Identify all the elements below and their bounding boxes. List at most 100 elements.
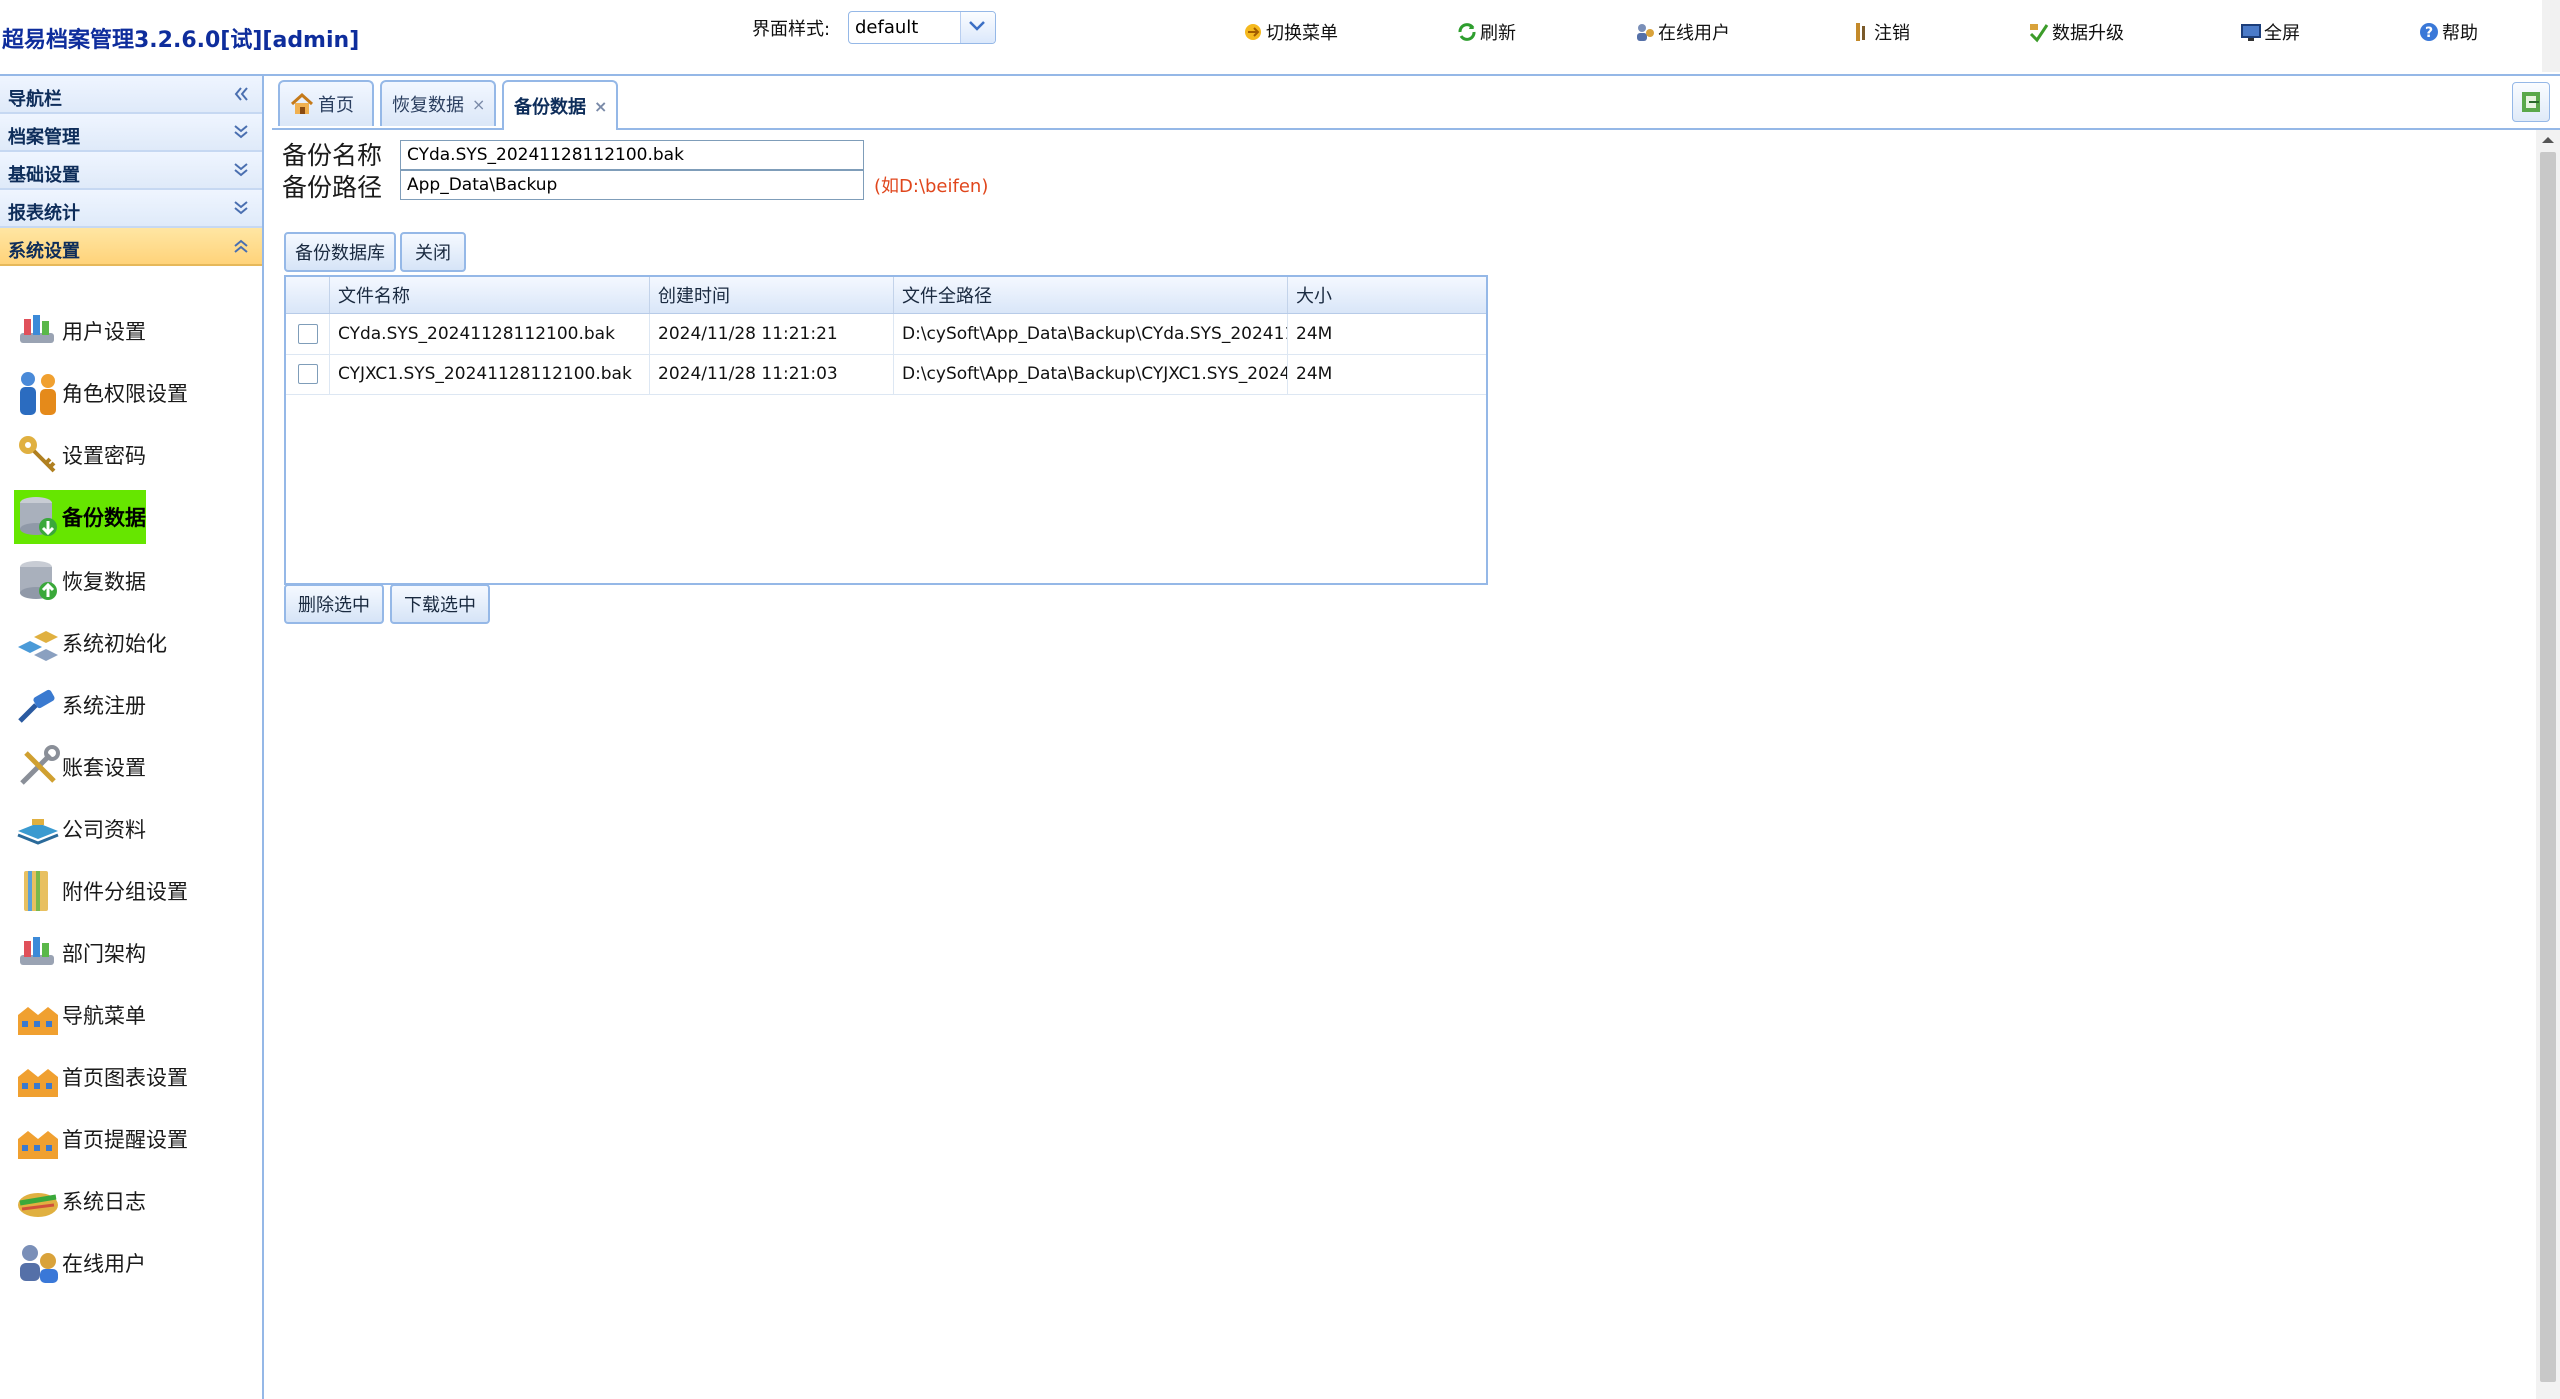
sidebar-item-chart-settings[interactable]: 首页图表设置 bbox=[14, 1050, 188, 1104]
sidebar-item-role-permission[interactable]: 角色权限设置 bbox=[14, 366, 188, 420]
double-chevron-down-icon bbox=[232, 123, 250, 145]
online-users-icon bbox=[1634, 21, 1656, 43]
sidebar-item-system-register[interactable]: 系统注册 bbox=[14, 678, 146, 732]
restore-database-icon bbox=[14, 557, 62, 605]
double-chevron-down-icon bbox=[232, 199, 250, 221]
backup-path-label: 备份路径 bbox=[282, 173, 383, 202]
table-row[interactable]: CYda.SYS_20241128112100.bak 2024/11/28 1… bbox=[286, 314, 1486, 355]
sidebar-section-nav[interactable]: 导航栏 bbox=[0, 76, 262, 114]
chevron-down-icon[interactable] bbox=[960, 12, 995, 43]
fullscreen-button[interactable]: 全屏 bbox=[2240, 18, 2300, 46]
scroll-up-icon[interactable] bbox=[2536, 130, 2560, 150]
sidebar-item-nav-menu[interactable]: 导航菜单 bbox=[14, 988, 146, 1042]
tab-tools-button[interactable] bbox=[2512, 82, 2550, 122]
sidebar-section-label: 档案管理 bbox=[8, 127, 80, 148]
table-row[interactable]: CYJXC1.SYS_20241128112100.bak 2024/11/28… bbox=[286, 354, 1486, 395]
sidebar-item-set-password[interactable]: 设置密码 bbox=[14, 428, 146, 482]
sidebar-item-user-settings[interactable]: 用户设置 bbox=[14, 304, 146, 358]
top-header: 超易档案管理3.2.6.0[试][admin] 界面样式: default 切换… bbox=[0, 0, 2560, 76]
sidebar-item-system-init[interactable]: 系统初始化 bbox=[14, 616, 167, 670]
sidebar-item-backup-data[interactable]: 备份数据 bbox=[14, 490, 146, 544]
row-checkbox[interactable] bbox=[297, 364, 318, 384]
sidebar-section-basic[interactable]: 基础设置 bbox=[0, 152, 262, 190]
company-info-icon bbox=[14, 805, 62, 853]
data-upgrade-icon bbox=[2028, 21, 2050, 43]
sidebar-item-label: 首页图表设置 bbox=[62, 1066, 188, 1090]
refresh-label: 刷新 bbox=[1480, 23, 1516, 44]
fullscreen-icon bbox=[2240, 21, 2262, 43]
column-header-size[interactable]: 大小 bbox=[1288, 277, 1486, 313]
help-icon: ? bbox=[2418, 21, 2440, 43]
sidebar-item-label: 首页提醒设置 bbox=[62, 1128, 188, 1152]
sidebar-item-label: 系统注册 bbox=[62, 694, 146, 718]
header-scrollbar[interactable] bbox=[2542, 0, 2560, 72]
row-checkbox-cell bbox=[286, 314, 330, 354]
department-icon bbox=[14, 929, 62, 977]
scrollbar-thumb[interactable] bbox=[2540, 152, 2556, 1382]
sidebar-section-system[interactable]: 系统设置 bbox=[0, 228, 262, 266]
tools-icon bbox=[14, 743, 62, 791]
close-icon[interactable]: × bbox=[594, 97, 607, 116]
data-upgrade-button[interactable]: 数据升级 bbox=[2028, 18, 2124, 46]
tab-backup-data[interactable]: 备份数据 × bbox=[502, 80, 618, 130]
tab-bar: 首页 恢复数据 × 备份数据 × bbox=[272, 78, 2560, 130]
backup-path-input[interactable] bbox=[400, 170, 864, 200]
backup-path-hint: (如D:\beifen) bbox=[874, 176, 989, 197]
theme-select[interactable]: default bbox=[848, 11, 996, 44]
sidebar-item-label: 系统日志 bbox=[62, 1190, 146, 1214]
sidebar-item-label: 在线用户 bbox=[62, 1252, 146, 1276]
close-icon[interactable]: × bbox=[472, 95, 485, 114]
sidebar-item-label: 公司资料 bbox=[62, 818, 146, 842]
data-upgrade-label: 数据升级 bbox=[2052, 23, 2124, 44]
online-users-button[interactable]: 在线用户 bbox=[1634, 18, 1730, 46]
sidebar: 导航栏 档案管理 基础设置 报表统计 系统设置 用户设置 角色权限设置 设置密码… bbox=[0, 76, 264, 1399]
sidebar-item-company-info[interactable]: 公司资料 bbox=[14, 802, 146, 856]
sidebar-section-archive[interactable]: 档案管理 bbox=[0, 114, 262, 152]
help-button[interactable]: ? 帮助 bbox=[2418, 18, 2478, 46]
chart-settings-icon bbox=[14, 1053, 62, 1101]
sidebar-section-reports[interactable]: 报表统计 bbox=[0, 190, 262, 228]
delete-selected-button[interactable]: 删除选中 bbox=[284, 584, 384, 624]
sidebar-item-attachment-group[interactable]: 附件分组设置 bbox=[14, 864, 188, 918]
fullscreen-label: 全屏 bbox=[2264, 23, 2300, 44]
register-icon bbox=[14, 681, 62, 729]
sidebar-item-label: 导航菜单 bbox=[62, 1004, 146, 1028]
column-header-created[interactable]: 创建时间 bbox=[650, 277, 894, 313]
sidebar-item-system-log[interactable]: 系统日志 bbox=[14, 1174, 146, 1228]
double-chevron-left-icon[interactable] bbox=[232, 85, 250, 107]
column-header-path[interactable]: 文件全路径 bbox=[894, 277, 1288, 313]
nav-menu-icon bbox=[14, 991, 62, 1039]
cell-size: 24M bbox=[1296, 324, 1333, 344]
tab-home[interactable]: 首页 bbox=[278, 80, 374, 126]
exit-icon bbox=[2522, 92, 2540, 112]
tab-restore-data[interactable]: 恢复数据 × bbox=[380, 80, 496, 126]
header-checkbox-cell bbox=[286, 277, 330, 313]
cell-full-path: D:\cySoft\App_Data\Backup\CYJXC1.SYS_202… bbox=[894, 354, 1288, 394]
logout-button[interactable]: 注销 bbox=[1850, 18, 1910, 46]
close-button[interactable]: 关闭 bbox=[400, 232, 466, 272]
sidebar-item-label: 用户设置 bbox=[62, 320, 146, 344]
page-scrollbar[interactable] bbox=[2536, 130, 2560, 1399]
sidebar-item-restore-data[interactable]: 恢复数据 bbox=[14, 554, 146, 608]
sidebar-item-department[interactable]: 部门架构 bbox=[14, 926, 146, 980]
backup-name-input[interactable] bbox=[400, 140, 864, 170]
sidebar-item-reminder-settings[interactable]: 首页提醒设置 bbox=[14, 1112, 188, 1166]
refresh-button[interactable]: 刷新 bbox=[1456, 18, 1516, 46]
sidebar-item-online-users[interactable]: 在线用户 bbox=[14, 1236, 146, 1290]
sidebar-item-label: 恢复数据 bbox=[62, 570, 146, 594]
cell-created-time: 2024/11/28 11:21:21 bbox=[650, 314, 894, 354]
double-chevron-down-icon bbox=[232, 161, 250, 183]
download-selected-button[interactable]: 下载选中 bbox=[390, 584, 490, 624]
sidebar-item-label: 账套设置 bbox=[62, 756, 146, 780]
sidebar-item-label: 系统初始化 bbox=[62, 632, 167, 656]
backup-database-button[interactable]: 备份数据库 bbox=[284, 232, 396, 272]
sidebar-section-label: 基础设置 bbox=[8, 165, 80, 186]
switch-menu-button[interactable]: 切换菜单 bbox=[1242, 18, 1338, 46]
column-header-name[interactable]: 文件名称 bbox=[330, 277, 650, 313]
sidebar-item-account-set[interactable]: 账套设置 bbox=[14, 740, 146, 794]
system-init-icon bbox=[14, 619, 62, 667]
reminder-settings-icon bbox=[14, 1115, 62, 1163]
row-checkbox[interactable] bbox=[297, 324, 318, 344]
logout-icon bbox=[1850, 21, 1872, 43]
backup-data-panel: 备份名称 备份路径 (如D:\beifen) 备份数据库 关闭 文件名称 创建时… bbox=[272, 130, 2530, 1399]
